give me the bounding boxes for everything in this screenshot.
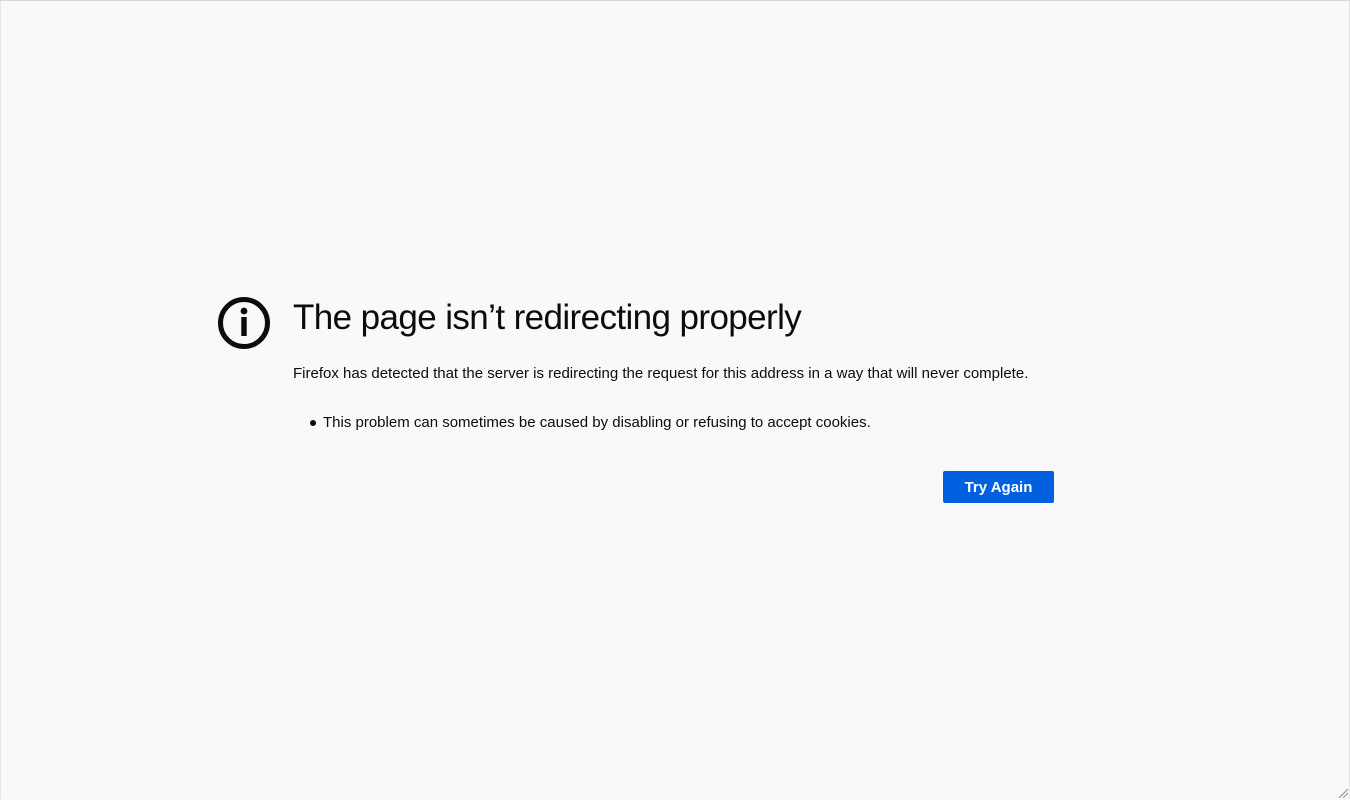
info-icon — [218, 297, 270, 349]
list-item: This problem can sometimes be caused by … — [293, 413, 1063, 433]
hint-text: This problem can sometimes be caused by … — [323, 414, 871, 431]
hint-list: This problem can sometimes be caused by … — [293, 413, 1063, 433]
bullet-icon — [310, 420, 316, 426]
resize-grip-icon[interactable] — [1338, 788, 1348, 798]
error-description: Firefox has detected that the server is … — [293, 365, 1029, 382]
error-content: The page isn’t redirecting properly Fire… — [293, 296, 1063, 433]
try-again-button[interactable]: Try Again — [943, 471, 1054, 503]
page-title: The page isn’t redirecting properly — [293, 298, 802, 337]
